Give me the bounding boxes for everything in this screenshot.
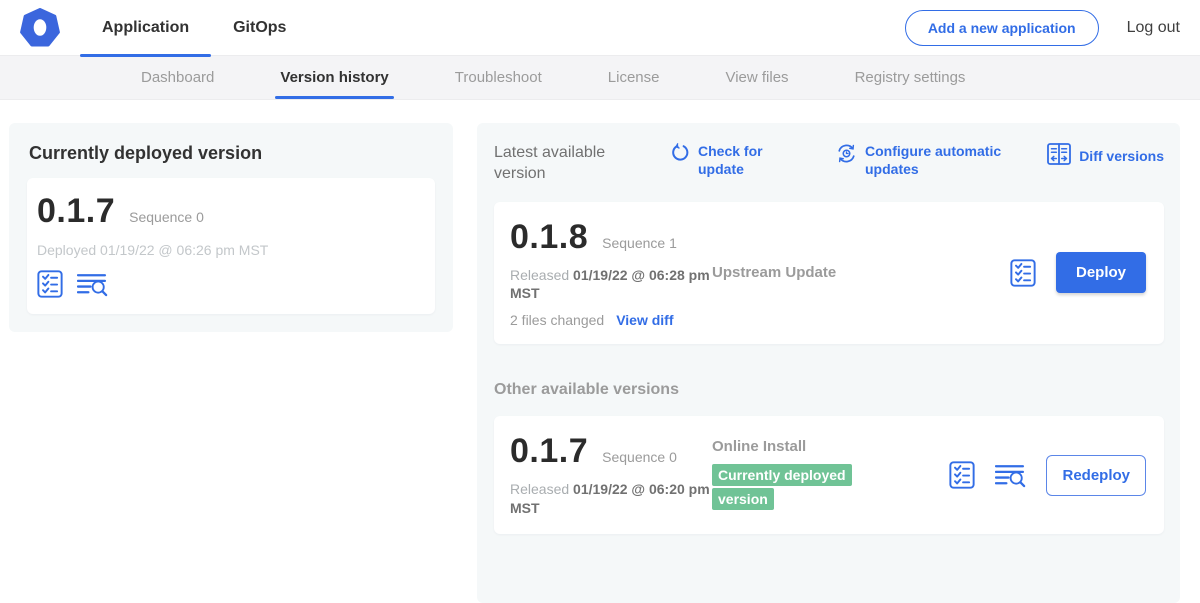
other-sequence-label: Sequence 0: [602, 449, 677, 465]
redeploy-button[interactable]: Redeploy: [1046, 455, 1146, 496]
tab-gitops[interactable]: GitOps: [211, 0, 308, 56]
released-prefix: Released: [510, 267, 569, 283]
version-card-latest: 0.1.8 Sequence 1 Released 01/19/22 @ 06:…: [494, 202, 1164, 345]
check-for-update-label: Check for update: [698, 143, 774, 178]
kots-logo-icon: [20, 8, 60, 48]
refresh-icon: [670, 143, 690, 168]
add-new-application-button[interactable]: Add a new application: [905, 10, 1099, 46]
top-nav: Application GitOps Add a new application…: [0, 0, 1200, 56]
deployed-timestamp: Deployed 01/19/22 @ 06:26 pm MST: [37, 242, 421, 258]
latest-sequence-label: Sequence 1: [602, 235, 677, 251]
latest-released-timestamp: Released 01/19/22 @ 06:28 pm MST: [510, 266, 712, 304]
clock-refresh-icon: [836, 143, 857, 169]
preflight-checklist-icon[interactable]: [949, 461, 975, 489]
version-history-page: Currently deployed version 0.1.7 Sequenc…: [0, 100, 1200, 603]
subnav-item-license[interactable]: License: [608, 56, 660, 99]
deployed-version-number: 0.1.7: [37, 192, 115, 231]
diff-versions-link[interactable]: Diff versions: [1047, 143, 1164, 170]
latest-source-label: Upstream Update: [712, 264, 1010, 281]
tab-application[interactable]: Application: [80, 0, 211, 56]
latest-version-number: 0.1.8: [510, 218, 588, 257]
view-diff-link[interactable]: View diff: [616, 312, 673, 328]
latest-available-title: Latest available version: [494, 143, 622, 185]
diff-versions-label: Diff versions: [1079, 148, 1164, 166]
deploy-button[interactable]: Deploy: [1056, 252, 1146, 293]
files-changed-label: 2 files changed: [510, 312, 604, 328]
subnav-item-view-files[interactable]: View files: [725, 56, 788, 99]
currently-deployed-panel: Currently deployed version 0.1.7 Sequenc…: [9, 123, 453, 332]
configure-automatic-updates-link[interactable]: Configure automatic updates: [836, 143, 1006, 178]
other-source-label: Online Install: [712, 438, 939, 455]
other-version-number: 0.1.7: [510, 432, 588, 471]
subnav-item-version-history[interactable]: Version history: [280, 56, 388, 99]
subnav-item-registry-settings[interactable]: Registry settings: [855, 56, 966, 99]
logout-link[interactable]: Log out: [1127, 19, 1180, 37]
version-card-other: 0.1.7 Sequence 0 Released 01/19/22 @ 06:…: [494, 416, 1164, 534]
released-prefix: Released: [510, 481, 569, 497]
currently-deployed-card: 0.1.7 Sequence 0 Deployed 01/19/22 @ 06:…: [27, 178, 435, 314]
deployed-sequence-label: Sequence 0: [129, 209, 204, 225]
deploy-logs-icon[interactable]: [77, 272, 108, 297]
available-versions-panel: Latest available version Check for updat…: [477, 123, 1180, 603]
preflight-checklist-icon[interactable]: [1010, 259, 1036, 287]
other-available-versions-title: Other available versions: [494, 381, 1164, 399]
currently-deployed-title: Currently deployed version: [29, 143, 435, 164]
app-sub-nav: Dashboard Version history Troubleshoot L…: [0, 56, 1200, 100]
tab-gitops-label: GitOps: [233, 19, 286, 37]
configure-automatic-updates-label: Configure automatic updates: [865, 143, 1006, 178]
tab-application-label: Application: [102, 19, 189, 37]
subnav-item-troubleshoot[interactable]: Troubleshoot: [455, 56, 542, 99]
other-released-timestamp: Released 01/19/22 @ 06:20 pm MST: [510, 480, 712, 518]
deploy-logs-icon[interactable]: [995, 463, 1026, 488]
currently-deployed-badge: Currently deployed version: [712, 464, 852, 511]
check-for-update-link[interactable]: Check for update: [670, 143, 774, 178]
diff-table-icon: [1047, 143, 1071, 170]
preflight-checklist-icon[interactable]: [37, 270, 63, 298]
subnav-item-dashboard[interactable]: Dashboard: [141, 56, 214, 99]
